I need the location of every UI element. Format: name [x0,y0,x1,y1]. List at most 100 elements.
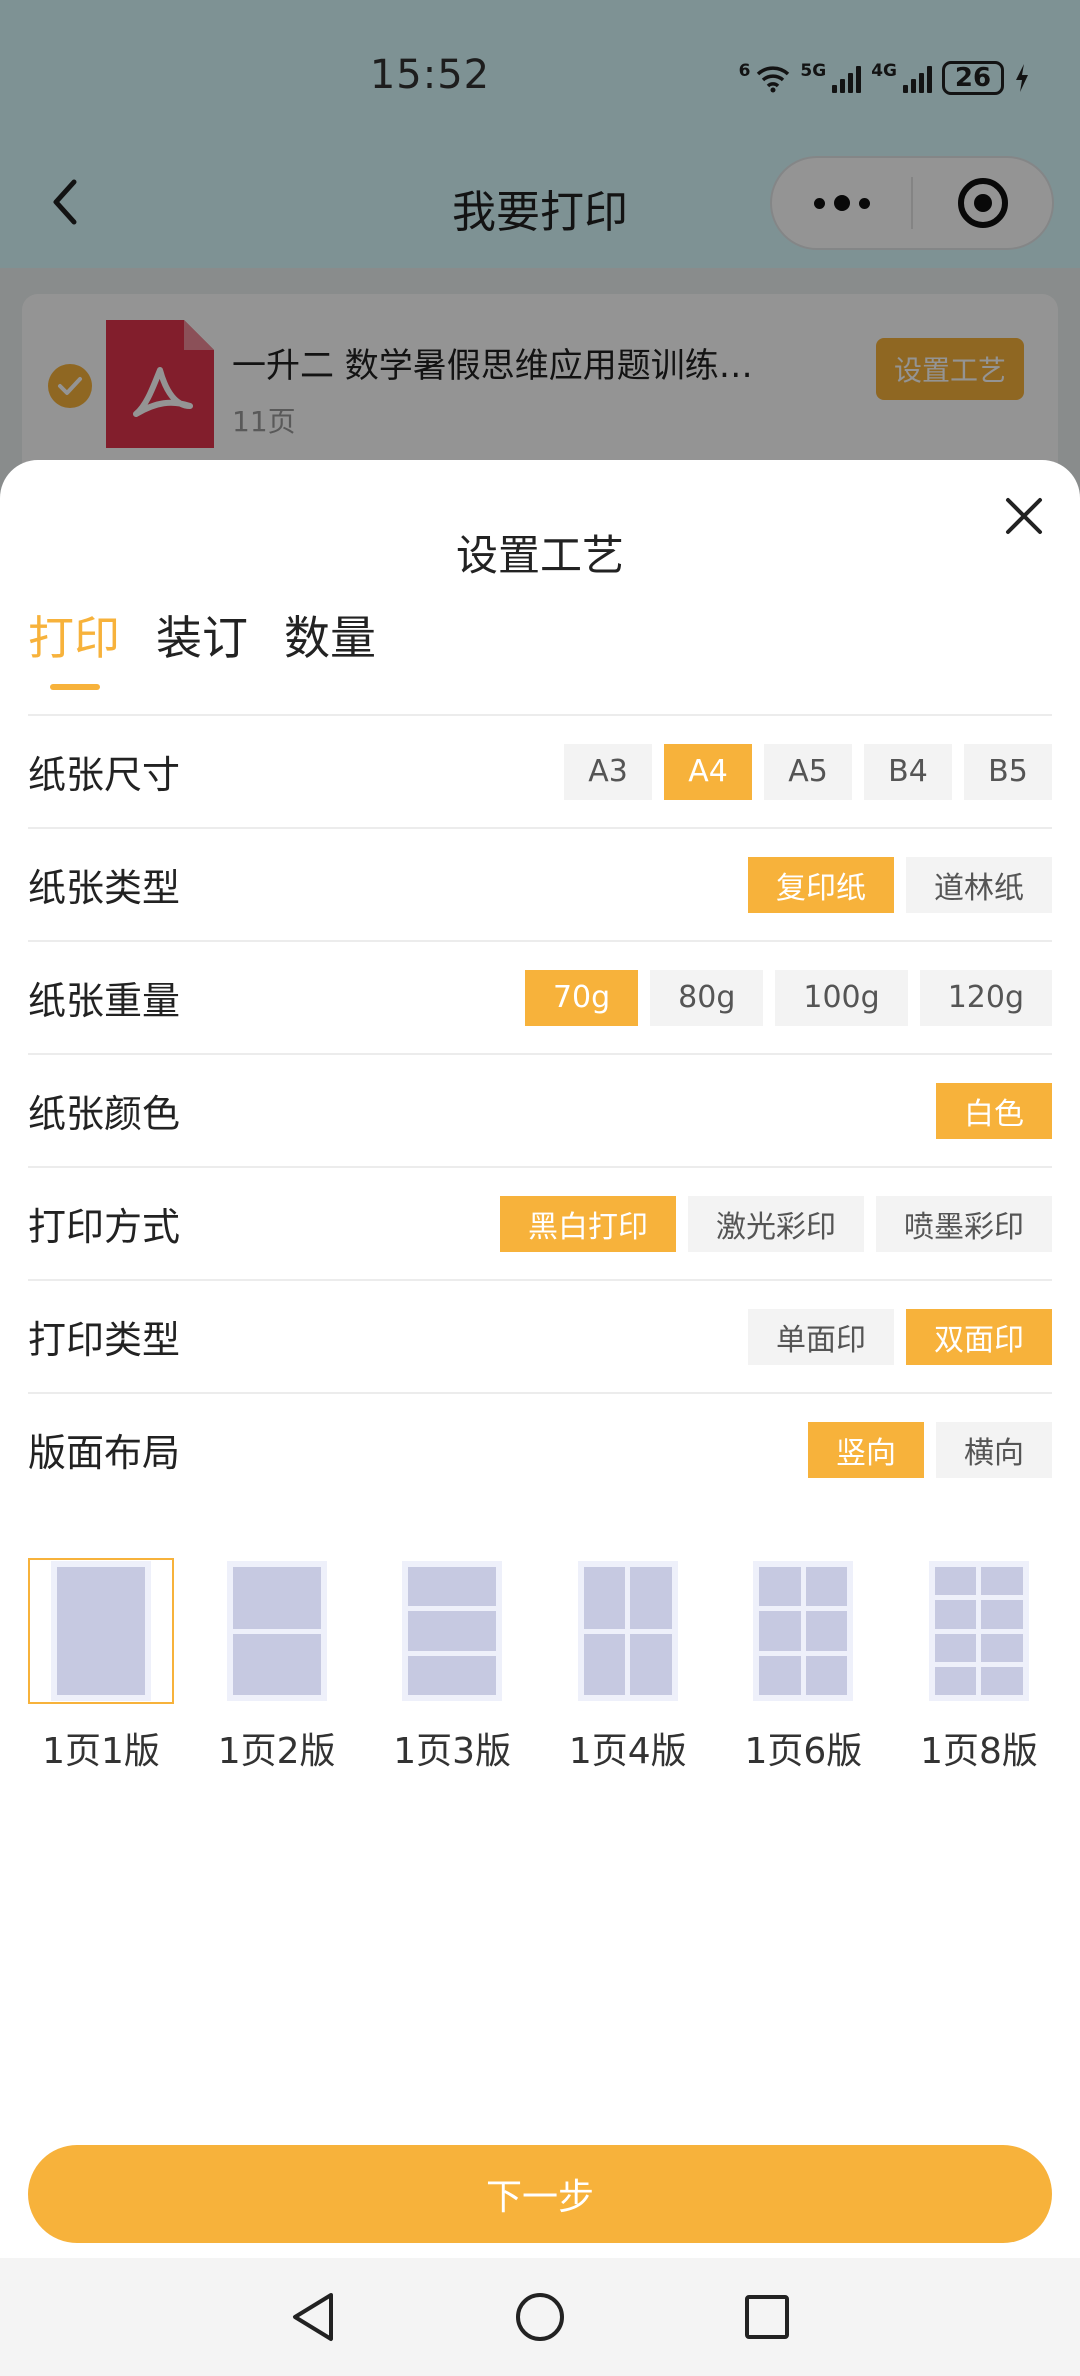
layout-thumbnail [28,1558,174,1704]
square-recents-icon [744,2295,789,2339]
layout-cell [981,1567,1023,1596]
choice-100g[interactable]: 100g [775,969,908,1026]
option-print-type: 打印类型 单面印 双面印 [28,1279,1052,1392]
option-paper-type: 纸张类型 复印纸 道林纸 [28,827,1052,940]
option-layout-orientation: 版面布局 竖向 横向 [28,1392,1052,1505]
layout-label: 1页4版 [568,1731,687,1772]
choice-70g[interactable]: 70g [524,969,639,1026]
layout-cell [934,1633,977,1662]
layout-1up[interactable]: 1页1版 [28,1558,174,1774]
layout-cell [934,1666,977,1695]
close-button[interactable] [998,490,1050,542]
option-label: 纸张颜色 [28,1092,181,1136]
option-label: 打印方式 [28,1205,181,1249]
choice-white[interactable]: 白色 [936,1082,1052,1139]
choice-120g[interactable]: 120g [919,969,1052,1026]
layout-cell [232,1633,321,1695]
option-label: 纸张尺寸 [28,753,181,797]
layout-thumbnail [555,1558,701,1704]
layout-thumbnail [906,1558,1052,1704]
layout-grid-icon [753,1561,854,1701]
layout-cell [805,1655,848,1695]
tab-quantity[interactable]: 数量 [284,602,376,690]
layout-cell [57,1567,145,1695]
craft-settings-sheet: 设置工艺 打印 装订 数量 纸张尺寸 A3 A4 A5 B4 B5 纸张类型 复… [0,460,1080,2258]
layout-cell [408,1655,497,1695]
nav-recents-button[interactable] [737,2287,797,2347]
layout-label: 1页8版 [920,1731,1038,1772]
choice-a3[interactable]: A3 [564,743,652,800]
choice-portrait[interactable]: 竖向 [808,1421,924,1478]
choice-inkjet-color[interactable]: 喷墨彩印 [876,1195,1052,1252]
layout-cell [630,1633,672,1695]
choice-80g[interactable]: 80g [650,969,764,1026]
sheet-tabs: 打印 装订 数量 [28,602,376,690]
layout-6up[interactable]: 1页6版 [730,1558,876,1774]
layout-4up[interactable]: 1页4版 [555,1558,701,1774]
layout-cell [805,1611,848,1651]
option-choices: 复印纸 道林纸 [748,856,1052,913]
option-paper-size: 纸张尺寸 A3 A4 A5 B4 B5 [28,714,1052,827]
choice-a5[interactable]: A5 [764,743,852,800]
choice-copy-paper[interactable]: 复印纸 [748,856,894,913]
layout-cell [934,1567,977,1596]
layout-label: 1页3版 [393,1731,512,1772]
choice-a4[interactable]: A4 [664,743,752,800]
layout-cell [583,1567,626,1629]
option-choices: 白色 [936,1082,1052,1139]
choice-bw-print[interactable]: 黑白打印 [500,1195,676,1252]
layout-cell [583,1633,626,1695]
nav-back-button[interactable] [283,2287,343,2347]
option-label: 版面布局 [28,1431,181,1475]
layout-cell [408,1567,497,1607]
layout-thumbnail [379,1558,525,1704]
tab-binding[interactable]: 装订 [156,602,248,690]
layout-cell [759,1655,801,1695]
triangle-back-icon [293,2293,334,2341]
layout-grid-icon [226,1561,327,1701]
layout-3up[interactable]: 1页3版 [379,1558,525,1774]
next-step-button[interactable]: 下一步 [28,2145,1052,2243]
choice-woodfree-paper[interactable]: 道林纸 [906,856,1052,913]
option-label: 打印类型 [28,1318,181,1362]
option-choices: 70g 80g 100g 120g [524,969,1052,1026]
layout-label: 1页1版 [42,1731,160,1772]
option-paper-color: 纸张颜色 白色 [28,1053,1052,1166]
layout-2up[interactable]: 1页2版 [204,1558,350,1774]
option-choices: 黑白打印 激光彩印 喷墨彩印 [500,1195,1052,1252]
option-label: 纸张重量 [28,979,181,1023]
layout-thumbnail [730,1558,876,1704]
choice-laser-color[interactable]: 激光彩印 [688,1195,864,1252]
layout-label: 1页2版 [217,1731,336,1772]
layout-grid-icon [577,1561,678,1701]
choice-double-sided[interactable]: 双面印 [906,1308,1052,1365]
layout-cell [981,1633,1023,1662]
tab-print[interactable]: 打印 [28,602,120,690]
layout-cell [759,1567,801,1607]
choice-b5[interactable]: B5 [964,743,1052,800]
layout-cell [232,1567,321,1629]
sheet-title: 设置工艺 [455,531,624,580]
choice-landscape[interactable]: 横向 [936,1421,1052,1478]
layout-grid-icon [51,1561,151,1701]
layout-cell [759,1611,801,1651]
choice-b4[interactable]: B4 [864,743,952,800]
option-list: 纸张尺寸 A3 A4 A5 B4 B5 纸张类型 复印纸 道林纸 纸张重量 70… [28,714,1052,1505]
layout-8up[interactable]: 1页8版 [906,1558,1052,1774]
layout-cell [408,1611,497,1651]
layout-cell [981,1600,1023,1629]
option-print-method: 打印方式 黑白打印 激光彩印 喷墨彩印 [28,1166,1052,1279]
pages-per-sheet-options: 1页1版 1页2版 1页3版 1页4版 1页6版 1页8版 [28,1558,1052,1774]
option-paper-weight: 纸张重量 70g 80g 100g 120g [28,940,1052,1053]
layout-cell [805,1567,848,1607]
circle-home-icon [515,2293,564,2341]
layout-grid-icon [928,1561,1029,1701]
system-nav-bar [0,2258,1080,2376]
option-label: 纸张类型 [28,866,181,910]
option-choices: A3 A4 A5 B4 B5 [564,743,1052,800]
layout-grid-icon [402,1561,503,1701]
option-choices: 竖向 横向 [808,1421,1052,1478]
nav-home-button[interactable] [510,2287,570,2347]
choice-single-sided[interactable]: 单面印 [748,1308,894,1365]
layout-label: 1页6版 [744,1731,863,1772]
